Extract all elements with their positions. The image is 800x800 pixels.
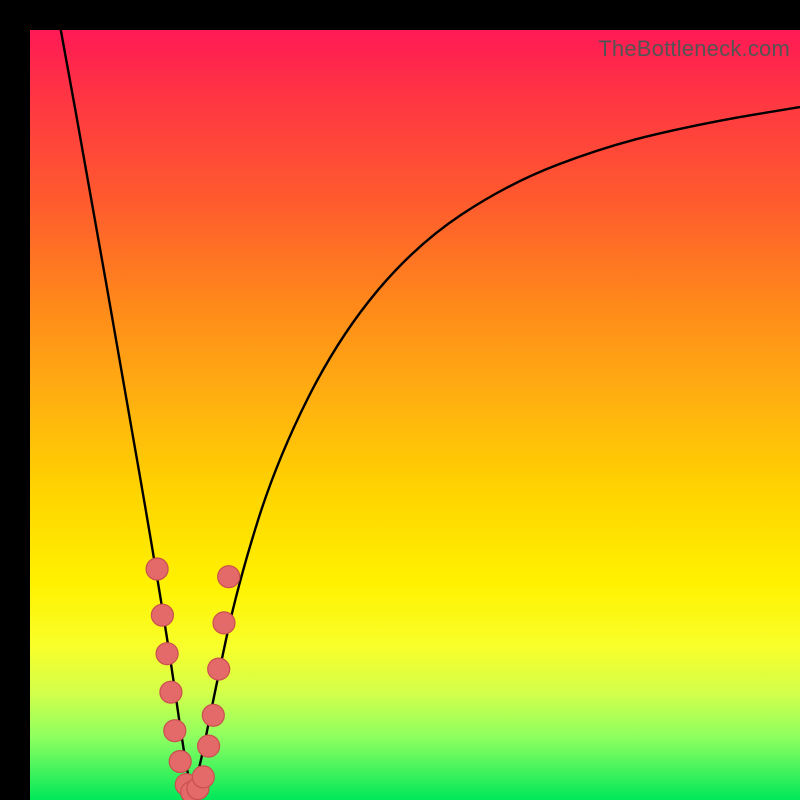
data-marker [192,766,214,788]
data-marker [202,704,224,726]
data-marker [169,751,191,773]
data-marker [198,735,220,757]
chart-frame: TheBottleneck.com [0,0,800,800]
data-marker [156,643,178,665]
chart-svg [30,30,800,800]
data-marker [164,720,186,742]
data-marker [160,681,182,703]
data-marker [208,658,230,680]
plot-area: TheBottleneck.com [30,30,800,800]
bottleneck-curve [61,30,800,785]
data-marker [213,612,235,634]
data-marker [151,604,173,626]
data-marker [218,566,240,588]
data-marker [146,558,168,580]
